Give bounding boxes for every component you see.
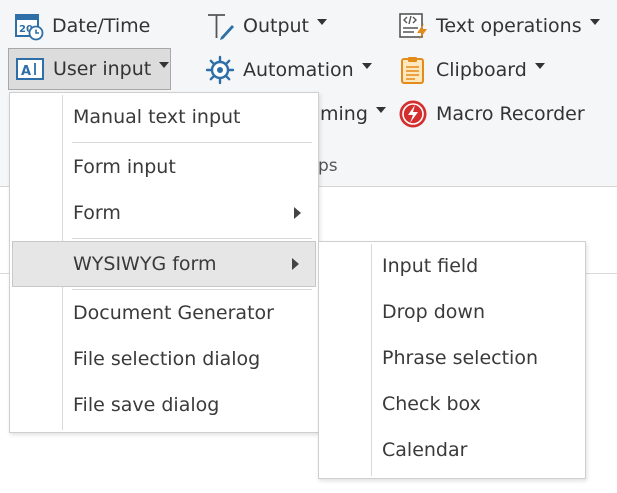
menu-item-label: File save dialog bbox=[73, 394, 220, 416]
output-button[interactable]: Output bbox=[205, 7, 327, 45]
wysiwyg-submenu: Input field Drop down Phrase selection C… bbox=[318, 241, 586, 479]
submenu-item-phrase-selection[interactable]: Phrase selection bbox=[320, 336, 584, 380]
macro-recorder-label: Macro Recorder bbox=[436, 103, 585, 125]
menu-item-label: Input field bbox=[382, 255, 479, 277]
menu-item-label: Calendar bbox=[382, 439, 468, 461]
user-input-menu: Manual text input Form input Form WYSIWY… bbox=[9, 92, 319, 433]
text-code-icon bbox=[398, 11, 428, 41]
menu-item-label: File selection dialog bbox=[73, 348, 261, 370]
text-operations-button[interactable]: Text operations bbox=[398, 7, 600, 45]
chevron-down-icon bbox=[375, 107, 386, 113]
submenu-item-calendar[interactable]: Calendar bbox=[320, 428, 584, 472]
chevron-right-icon bbox=[292, 258, 299, 270]
menu-item-label: Check box bbox=[382, 393, 481, 415]
datetime-label: Date/Time bbox=[52, 15, 151, 37]
automation-label: Automation bbox=[243, 59, 354, 81]
submenu-item-input-field[interactable]: Input field bbox=[320, 244, 584, 288]
clipboard-label: Clipboard bbox=[436, 59, 527, 81]
chevron-right-icon bbox=[294, 207, 301, 219]
pen-icon bbox=[205, 11, 235, 41]
menu-item-form-input[interactable]: Form input bbox=[11, 145, 317, 189]
group-label: ps bbox=[318, 156, 338, 176]
menu-item-form[interactable]: Form bbox=[11, 191, 317, 235]
chevron-down-icon bbox=[589, 19, 600, 25]
clipboard-icon bbox=[398, 55, 428, 85]
macro-recorder-button[interactable]: Macro Recorder bbox=[398, 95, 585, 133]
record-icon bbox=[398, 99, 428, 129]
menu-item-file-save-dialog[interactable]: File save dialog bbox=[11, 383, 317, 427]
menu-item-label: WYSIWYG form bbox=[73, 253, 217, 275]
menu-item-label: Phrase selection bbox=[382, 347, 538, 369]
menu-item-label: Manual text input bbox=[73, 106, 241, 128]
programming-button[interactable]: ming bbox=[320, 95, 386, 133]
text-field-icon: A bbox=[15, 54, 45, 84]
user-input-button[interactable]: A User input bbox=[8, 48, 171, 90]
menu-separator bbox=[72, 289, 312, 290]
menu-separator bbox=[72, 142, 312, 143]
submenu-item-drop-down[interactable]: Drop down bbox=[320, 290, 584, 334]
gear-icon bbox=[205, 55, 235, 85]
menu-separator bbox=[72, 238, 312, 239]
clipboard-button[interactable]: Clipboard bbox=[398, 51, 545, 89]
chevron-down-icon bbox=[317, 19, 327, 25]
user-input-label: User input bbox=[53, 58, 152, 80]
automation-button[interactable]: Automation bbox=[205, 51, 372, 89]
chevron-down-icon bbox=[159, 62, 170, 68]
menu-item-label: Form input bbox=[73, 156, 176, 178]
calendar-clock-icon: 20 bbox=[14, 11, 44, 41]
menu-item-label: Form bbox=[73, 202, 121, 224]
menu-item-label: Drop down bbox=[382, 301, 486, 323]
programming-label: ming bbox=[320, 103, 368, 125]
menu-item-manual-text-input[interactable]: Manual text input bbox=[11, 95, 317, 139]
datetime-button[interactable]: 20 Date/Time bbox=[14, 7, 150, 45]
chevron-down-icon bbox=[534, 63, 545, 69]
menu-item-file-selection-dialog[interactable]: File selection dialog bbox=[11, 337, 317, 381]
chevron-down-icon bbox=[361, 63, 372, 69]
menu-item-document-generator[interactable]: Document Generator bbox=[11, 291, 317, 335]
svg-text:A: A bbox=[21, 64, 31, 79]
menu-item-label: Document Generator bbox=[73, 302, 274, 324]
submenu-item-check-box[interactable]: Check box bbox=[320, 382, 584, 426]
text-operations-label: Text operations bbox=[436, 15, 582, 37]
output-label: Output bbox=[243, 15, 309, 37]
menu-item-wysiwyg-form[interactable]: WYSIWYG form bbox=[12, 241, 316, 287]
